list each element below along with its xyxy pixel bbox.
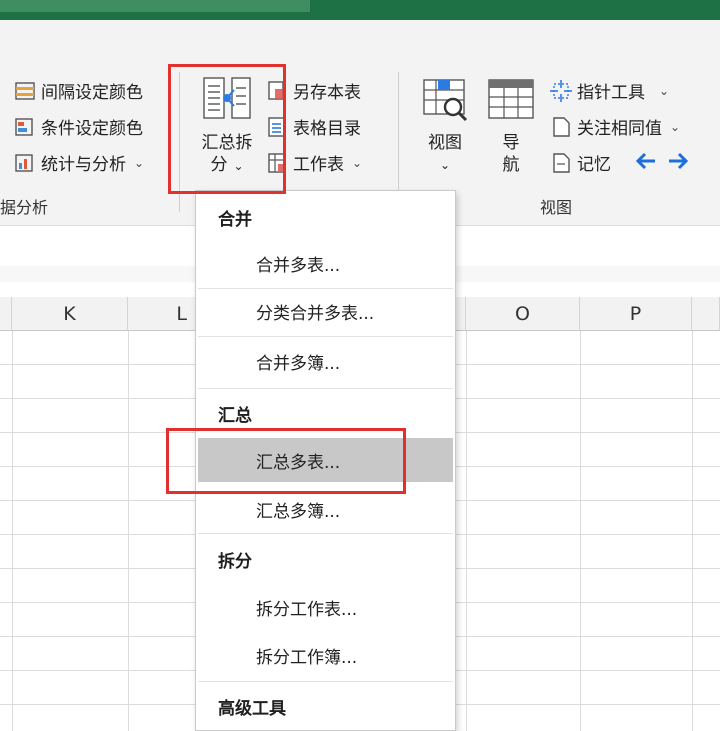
chevron-down-icon: ⌄: [134, 155, 145, 170]
navigation-label-line2: 航: [502, 155, 520, 175]
data-analysis-group-label: 据分析: [0, 198, 49, 217]
arrow-left-icon: [634, 150, 658, 177]
chevron-down-icon: ⌄: [439, 158, 451, 172]
statistics-analysis-button[interactable]: 统计与分析 ⌄: [14, 150, 144, 175]
menu-item-merge-workbooks[interactable]: 合并多簿...: [198, 339, 453, 383]
menu-header-summary: 汇总: [218, 406, 252, 426]
menu-divider: [198, 533, 453, 534]
navigation-button[interactable]: 导 航: [484, 76, 538, 176]
view-group-label: 视图: [540, 198, 573, 217]
worksheet-label: 工作表: [293, 155, 344, 175]
menu-divider: [198, 681, 453, 682]
arrow-right-icon: [666, 150, 690, 177]
table-directory-label: 表格目录: [293, 119, 361, 139]
view-button-label: 视图: [428, 133, 462, 153]
navigation-grid-icon: [486, 76, 536, 132]
pointer-tool-label: 指针工具: [577, 83, 645, 103]
menu-divider: [198, 336, 453, 337]
view-button[interactable]: 视图 ⌄: [416, 76, 474, 176]
column-header-q[interactable]: [692, 297, 720, 331]
title-bar: [0, 0, 720, 20]
interval-color-label: 间隔设定颜色: [41, 83, 143, 103]
statistics-icon: [14, 152, 36, 174]
menu-item-split-workbook[interactable]: 拆分工作簿...: [198, 633, 453, 677]
conditional-format-icon: [14, 116, 36, 138]
grid-column-line: [128, 331, 129, 731]
interval-color-button[interactable]: 间隔设定颜色: [14, 78, 143, 103]
chevron-down-icon: ⌄: [352, 155, 363, 170]
grid-column-line: [580, 331, 581, 731]
color-stripes-icon: [14, 80, 36, 102]
column-header-o[interactable]: O: [466, 297, 580, 331]
column-header-stub: [0, 297, 12, 331]
menu-item-merge-sheets[interactable]: 合并多表...: [198, 241, 453, 285]
chevron-down-icon: ⌄: [659, 83, 670, 98]
memory-button[interactable]: 记忆: [550, 150, 611, 175]
save-sheet-as-label: 另存本表: [293, 83, 361, 103]
grid-column-line: [692, 331, 693, 731]
menu-item-split-worksheet[interactable]: 拆分工作表...: [198, 585, 453, 629]
grid-column-line: [466, 331, 467, 731]
menu-header-advanced-tools: 高级工具: [218, 699, 286, 719]
column-header-p[interactable]: P: [580, 297, 692, 331]
conditional-color-button[interactable]: 条件设定颜色: [14, 114, 143, 139]
menu-header-merge: 合并: [218, 210, 252, 230]
view-magnifier-icon: [420, 76, 470, 132]
menu-divider: [198, 388, 453, 389]
watch-same-value-button[interactable]: 关注相同值 ⌄: [550, 114, 680, 139]
memory-label: 记忆: [577, 155, 611, 175]
column-header-k[interactable]: K: [12, 297, 128, 331]
menu-header-split: 拆分: [218, 552, 252, 572]
conditional-color-label: 条件设定颜色: [41, 119, 143, 139]
menu-item-category-merge-sheets[interactable]: 分类合并多表...: [198, 289, 453, 333]
document-icon: [550, 116, 572, 138]
highlight-summary-split-button: [168, 64, 286, 194]
grid-column-line: [12, 331, 13, 731]
chevron-down-icon: ⌄: [670, 119, 681, 134]
navigation-label-line1: 导: [502, 133, 520, 153]
ribbon-tab-area: [0, 0, 310, 12]
crosshair-icon: [550, 79, 572, 102]
back-arrow-button[interactable]: [634, 150, 658, 177]
memo-icon: [550, 152, 572, 174]
statistics-analysis-label: 统计与分析: [41, 155, 126, 175]
highlight-summary-sheets-item: [166, 428, 406, 494]
forward-arrow-button[interactable]: [666, 150, 690, 177]
pointer-tool-button[interactable]: 指针工具 ⌄: [550, 78, 669, 103]
watch-same-value-label: 关注相同值: [577, 119, 662, 139]
